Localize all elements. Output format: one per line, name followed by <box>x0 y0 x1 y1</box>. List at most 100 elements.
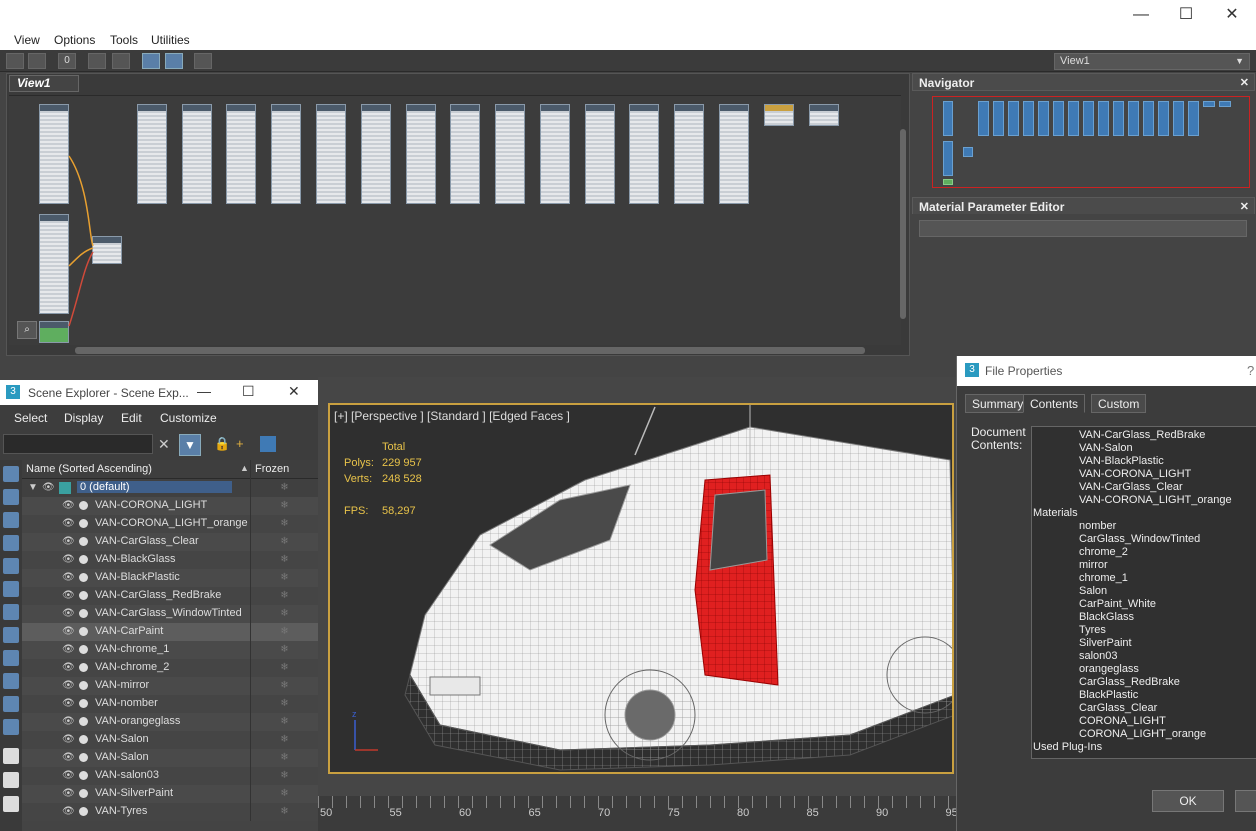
eye-icon[interactable]: 👁 <box>62 788 75 799</box>
render-dot-icon[interactable] <box>79 807 88 816</box>
se-menu-display[interactable]: Display <box>64 411 103 425</box>
tab-view1[interactable]: View1 <box>9 75 79 92</box>
frozen-toggle-icon[interactable]: ❄ <box>250 659 318 677</box>
scene-object-row[interactable]: 👁 VAN-CORONA_LIGHT_orange ❄ <box>22 515 318 533</box>
navigator-panel[interactable] <box>912 92 1255 190</box>
render-dot-icon[interactable] <box>79 555 88 564</box>
minimize-button[interactable]: — <box>1129 4 1153 26</box>
scene-object-row[interactable]: 👁 VAN-BlackPlastic ❄ <box>22 569 318 587</box>
eye-icon[interactable]: 👁 <box>62 734 75 745</box>
scene-object-row[interactable]: 👁 VAN-CORONA_LIGHT ❄ <box>22 497 318 515</box>
viewport-label[interactable]: [+] [Perspective ] [Standard ] [Edged Fa… <box>334 409 570 423</box>
vertical-scrollbar[interactable] <box>900 129 906 319</box>
frozen-toggle-icon[interactable]: ❄ <box>250 623 318 641</box>
render-dot-icon[interactable] <box>79 627 88 636</box>
eye-icon[interactable]: 👁 <box>62 752 75 763</box>
frozen-toggle-icon[interactable]: ❄ <box>250 533 318 551</box>
frozen-toggle-icon[interactable]: ❄ <box>250 515 318 533</box>
scene-object-row[interactable]: 👁 VAN-CarGlass_RedBrake ❄ <box>22 587 318 605</box>
containers-filter-icon[interactable] <box>3 673 19 689</box>
scene-object-row[interactable]: 👁 VAN-Salon ❄ <box>22 731 318 749</box>
scene-object-row[interactable]: 👁 VAN-salon03 ❄ <box>22 767 318 785</box>
hide-unused-icon[interactable] <box>112 53 130 69</box>
binoculars-icon[interactable]: ⌕ <box>17 321 37 339</box>
eye-icon[interactable]: 👁 <box>62 518 75 529</box>
render-dot-icon[interactable] <box>79 645 88 654</box>
geometry-filter-icon[interactable] <box>3 466 19 482</box>
frozen-toggle-icon[interactable]: ❄ <box>250 497 318 515</box>
layers-icon[interactable] <box>260 436 276 452</box>
cancel-button[interactable] <box>1235 790 1256 812</box>
maximize-icon[interactable]: ☐ <box>242 383 255 400</box>
menu-view[interactable]: View <box>14 33 40 47</box>
horizontal-scrollbar[interactable] <box>75 347 865 354</box>
frozen-toggle-icon[interactable]: ❄ <box>250 677 318 695</box>
tab-summary[interactable]: Summary <box>965 394 1031 413</box>
move-children-icon[interactable] <box>88 53 106 69</box>
render-dot-icon[interactable] <box>79 717 88 726</box>
render-dot-icon[interactable] <box>79 681 88 690</box>
render-dot-icon[interactable] <box>79 573 88 582</box>
eye-icon[interactable]: 👁 <box>62 554 75 565</box>
scene-object-row[interactable]: 👁 VAN-Salon ❄ <box>22 749 318 767</box>
scene-object-row[interactable]: 👁 VAN-BlackGlass ❄ <box>22 551 318 569</box>
filter-icon[interactable]: ▼ <box>179 434 201 456</box>
frozen-toggle-icon[interactable]: ❄ <box>250 749 318 767</box>
render-dot-icon[interactable] <box>79 609 88 618</box>
material-param-icon[interactable] <box>194 53 212 69</box>
close-icon[interactable]: ✕ <box>1240 74 1249 92</box>
scene-object-row[interactable]: 👁 VAN-CarGlass_WindowTinted ❄ <box>22 605 318 623</box>
eye-icon[interactable]: 👁 <box>62 662 75 673</box>
cameras-filter-icon[interactable] <box>3 535 19 551</box>
render-dot-icon[interactable] <box>79 735 88 744</box>
close-button[interactable]: ✕ <box>1220 4 1244 26</box>
scene-object-row[interactable]: 👁 VAN-chrome_2 ❄ <box>22 659 318 677</box>
scene-object-row[interactable]: 👁 VAN-nomber ❄ <box>22 695 318 713</box>
frozen-toggle-icon[interactable]: ❄ <box>250 569 318 587</box>
tab-contents[interactable]: Contents <box>1023 394 1086 413</box>
eye-icon[interactable]: 👁 <box>62 770 75 781</box>
perspective-viewport[interactable]: z [+] [Perspective ] [Standard ] [Edged … <box>328 403 954 774</box>
layout-children-icon[interactable] <box>165 53 183 69</box>
render-dot-icon[interactable] <box>79 501 88 510</box>
add-layer-icon[interactable]: + <box>236 436 244 451</box>
view-select[interactable]: View1 ▼ <box>1054 53 1250 70</box>
se-menu-edit[interactable]: Edit <box>121 411 142 425</box>
render-dot-icon[interactable] <box>79 699 88 708</box>
groups-filter-icon[interactable] <box>3 604 19 620</box>
scene-object-row[interactable]: 👁 VAN-Tyres ❄ <box>22 803 318 821</box>
scene-object-row[interactable]: 👁 VAN-chrome_1 ❄ <box>22 641 318 659</box>
eye-icon[interactable]: 👁 <box>62 572 75 583</box>
scene-object-row[interactable]: 👁 VAN-mirror ❄ <box>22 677 318 695</box>
pick-material-icon[interactable] <box>28 53 46 69</box>
tab-custom[interactable]: Custom <box>1091 394 1147 413</box>
clear-search-icon[interactable]: ✕ <box>158 436 170 453</box>
eye-icon[interactable]: 👁 <box>62 680 75 691</box>
expand-icon[interactable]: ▼ <box>28 482 38 493</box>
layout-all-icon[interactable] <box>142 53 160 69</box>
scene-object-row[interactable]: 👁 VAN-orangeglass ❄ <box>22 713 318 731</box>
col-name[interactable]: Name (Sorted Ascending) <box>26 463 152 475</box>
menu-tools[interactable]: Tools <box>110 33 138 47</box>
display-icon[interactable] <box>3 796 19 812</box>
box-icon[interactable] <box>3 772 19 788</box>
spacewarps-filter-icon[interactable] <box>3 581 19 597</box>
frozen-toggle-icon[interactable]: ❄ <box>250 713 318 731</box>
menu-utilities[interactable]: Utilities <box>151 33 190 47</box>
frozen-toggle-icon[interactable]: ❄ <box>250 587 318 605</box>
helpers-filter-icon[interactable] <box>3 558 19 574</box>
eye-icon[interactable]: 👁 <box>62 806 75 817</box>
eye-icon[interactable]: 👁 <box>62 698 75 709</box>
list-icon[interactable] <box>3 748 19 764</box>
shapes-filter-icon[interactable] <box>3 489 19 505</box>
mpe-field[interactable] <box>919 220 1247 237</box>
document-contents-list[interactable]: VAN-CarGlass_RedBrake VAN-Salon VAN-BlackP… <box>1031 426 1256 759</box>
frozen-toggle-icon[interactable]: ❄ <box>250 479 318 497</box>
render-dot-icon[interactable] <box>79 789 88 798</box>
menu-options[interactable]: Options <box>54 33 95 47</box>
lock-icon[interactable]: 🔒 <box>214 436 230 452</box>
ok-button[interactable]: OK <box>1152 790 1224 812</box>
render-dot-icon[interactable] <box>79 663 88 672</box>
render-dot-icon[interactable] <box>79 771 88 780</box>
frozen-toggle-icon[interactable]: ❄ <box>250 731 318 749</box>
